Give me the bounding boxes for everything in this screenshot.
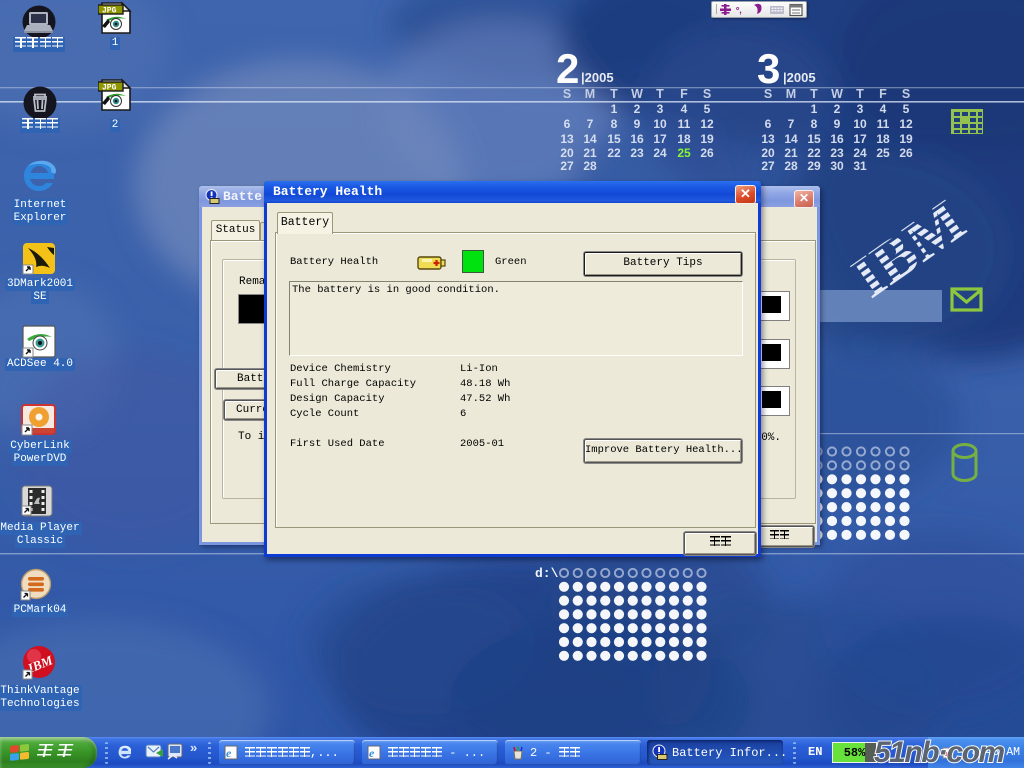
svg-text:|2005: |2005 [783, 70, 816, 85]
svg-text:3: 3 [757, 45, 780, 92]
svg-text:23: 23 [630, 146, 644, 160]
svg-text:16: 16 [830, 132, 844, 146]
svg-text:6: 6 [564, 117, 571, 131]
svg-text:S: S [902, 87, 910, 101]
svg-text:11: 11 [877, 117, 890, 131]
svg-text:e: e [369, 746, 375, 760]
svg-text:T: T [610, 87, 618, 101]
svg-text:F: F [879, 87, 887, 101]
svg-text:10: 10 [653, 117, 667, 131]
svg-text:26: 26 [700, 146, 714, 160]
svg-text:1: 1 [811, 102, 818, 116]
svg-text:T: T [856, 87, 864, 101]
svg-text:4: 4 [681, 102, 688, 116]
svg-text:24: 24 [853, 146, 867, 160]
svg-text:6: 6 [765, 117, 772, 131]
svg-text:22: 22 [607, 146, 621, 160]
svg-text:19: 19 [700, 132, 714, 146]
svg-text:13: 13 [761, 132, 775, 146]
svg-text:20: 20 [761, 146, 775, 160]
svg-text:13: 13 [560, 132, 574, 146]
svg-text:25: 25 [876, 146, 890, 160]
svg-text:7: 7 [587, 117, 594, 131]
svg-text:W: W [831, 87, 843, 101]
svg-text:12: 12 [700, 117, 714, 131]
svg-text:2: 2 [634, 102, 641, 116]
svg-text:14: 14 [583, 132, 597, 146]
svg-text:27: 27 [560, 159, 574, 173]
svg-text:W: W [631, 87, 643, 101]
svg-text:4: 4 [880, 102, 887, 116]
svg-text:JPG: JPG [102, 84, 117, 93]
svg-text:22: 22 [807, 146, 821, 160]
svg-text:28: 28 [583, 159, 597, 173]
svg-text:15: 15 [607, 132, 621, 146]
svg-text:17: 17 [853, 132, 867, 146]
svg-text:11: 11 [678, 117, 691, 131]
svg-text:26: 26 [899, 146, 913, 160]
svg-text:14: 14 [784, 132, 798, 146]
svg-text:d:\: d:\ [535, 566, 559, 581]
svg-text:21: 21 [583, 146, 597, 160]
svg-text:3: 3 [857, 102, 864, 116]
svg-text:17: 17 [653, 132, 667, 146]
svg-text:º,: º, [736, 5, 742, 15]
svg-text:16: 16 [630, 132, 644, 146]
svg-text:»: » [190, 740, 197, 755]
svg-text:2: 2 [834, 102, 841, 116]
svg-text:27: 27 [761, 159, 775, 173]
svg-text:15: 15 [807, 132, 821, 146]
svg-text:9: 9 [834, 117, 841, 131]
svg-text:12: 12 [899, 117, 913, 131]
svg-text:30: 30 [830, 159, 844, 173]
svg-text:5: 5 [704, 102, 711, 116]
svg-text:|2005: |2005 [581, 70, 614, 85]
svg-text:21: 21 [784, 146, 798, 160]
svg-text:29: 29 [807, 159, 821, 173]
svg-text:28: 28 [784, 159, 798, 173]
svg-text:51nb·com: 51nb·com [874, 736, 1005, 768]
svg-text:10: 10 [853, 117, 867, 131]
svg-text:M: M [786, 87, 796, 101]
svg-text:S: S [563, 87, 571, 101]
svg-text:F: F [680, 87, 688, 101]
svg-text:9: 9 [634, 117, 641, 131]
svg-text:T: T [656, 87, 664, 101]
svg-text:2: 2 [556, 45, 579, 92]
svg-text:M: M [585, 87, 595, 101]
svg-text:5: 5 [903, 102, 910, 116]
svg-text:7: 7 [788, 117, 795, 131]
svg-text:20: 20 [560, 146, 574, 160]
svg-text:24: 24 [653, 146, 667, 160]
svg-text:S: S [703, 87, 711, 101]
svg-text:18: 18 [876, 132, 890, 146]
svg-text:1: 1 [611, 102, 618, 116]
svg-text:8: 8 [811, 117, 818, 131]
svg-text:S: S [764, 87, 772, 101]
svg-text:e: e [226, 746, 232, 760]
svg-text:3: 3 [657, 102, 664, 116]
svg-text:31: 31 [853, 159, 867, 173]
svg-text:19: 19 [899, 132, 913, 146]
svg-text:T: T [810, 87, 818, 101]
svg-text:23: 23 [830, 146, 844, 160]
svg-text:25: 25 [677, 146, 691, 160]
svg-text:8: 8 [611, 117, 618, 131]
svg-text:18: 18 [677, 132, 691, 146]
svg-text:JPG: JPG [102, 7, 117, 16]
